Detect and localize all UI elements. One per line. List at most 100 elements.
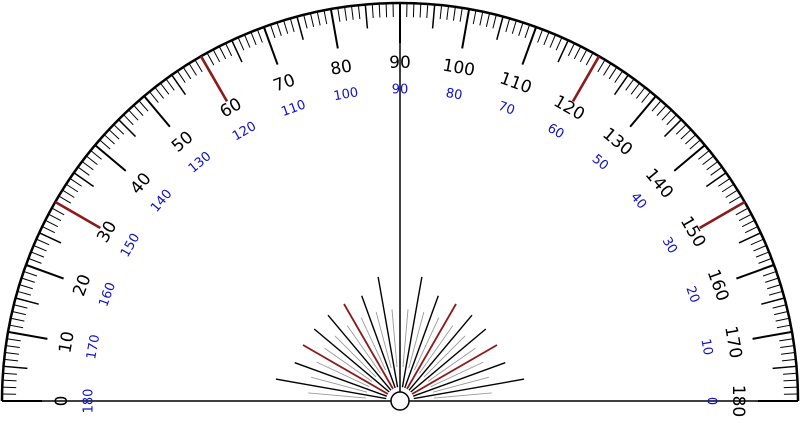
outer-scale-label-20: 20 <box>69 272 95 299</box>
tick-58 <box>188 63 197 76</box>
tick-114 <box>555 37 563 51</box>
tick-108 <box>518 22 524 36</box>
tick-136 <box>675 124 687 135</box>
inner-scale-label-30: 150 <box>118 231 143 260</box>
tick-28 <box>48 213 62 222</box>
tick-104 <box>492 14 497 29</box>
center-circle <box>390 391 410 411</box>
tick-147 <box>721 183 735 193</box>
tick-79 <box>323 10 328 25</box>
tick-138 <box>685 134 697 145</box>
tick-121 <box>597 59 606 73</box>
tick-62 <box>212 49 221 63</box>
inner-scale-label-120: 60 <box>545 121 567 142</box>
ray-130 <box>408 314 473 391</box>
tick-83 <box>350 5 354 20</box>
ray-100 <box>401 276 423 388</box>
tick-32 <box>62 189 75 198</box>
tick-59 <box>194 59 203 73</box>
tick-6 <box>4 358 19 362</box>
tick-75 <box>296 16 304 40</box>
tick-78 <box>316 11 321 26</box>
tick-176 <box>783 372 798 375</box>
outer-scale-label-160: 160 <box>703 267 733 304</box>
tick-120 <box>571 55 601 103</box>
tick-166 <box>772 304 787 309</box>
tick-161 <box>762 270 777 277</box>
tick-141 <box>698 150 710 160</box>
outer-scale-label-40: 40 <box>126 169 155 198</box>
tick-61 <box>206 52 215 66</box>
tick-51 <box>149 91 159 103</box>
outer-scale-label-0: 0 <box>52 396 72 407</box>
tick-4 <box>2 372 17 375</box>
tick-67 <box>244 34 251 48</box>
ray-50 <box>327 314 392 391</box>
inner-scale-label-110: 70 <box>496 99 517 119</box>
tick-37 <box>81 161 94 171</box>
outer-scale-label-90: 90 <box>389 53 411 73</box>
tick-95 <box>431 4 436 29</box>
tick-87 <box>378 3 381 18</box>
tick-151 <box>735 207 749 216</box>
tick-134 <box>666 114 677 126</box>
tick-47 <box>128 109 139 121</box>
tick-167 <box>774 310 788 316</box>
ray-45 <box>334 335 377 378</box>
tick-132 <box>656 104 667 116</box>
tick-33 <box>65 183 79 193</box>
tick-77 <box>309 13 315 27</box>
tick-94 <box>426 3 429 18</box>
tick-63 <box>218 46 227 60</box>
tick-153 <box>741 219 755 228</box>
tick-137 <box>680 129 692 140</box>
tick-55 <box>171 74 187 96</box>
inner-scale-label-60: 120 <box>230 119 259 144</box>
tick-54 <box>165 78 175 91</box>
outer-scale-label-140: 140 <box>641 165 677 203</box>
tick-43 <box>108 129 120 140</box>
inner-scale-label-160: 20 <box>682 284 702 305</box>
tick-13 <box>12 310 26 316</box>
tick-119 <box>585 52 594 66</box>
tick-44 <box>113 124 125 135</box>
tick-142 <box>702 155 714 165</box>
tick-39 <box>90 150 102 160</box>
tick-23 <box>33 245 47 252</box>
tick-48 <box>133 104 144 116</box>
tick-148 <box>725 189 738 198</box>
tick-169 <box>776 324 791 329</box>
tick-131 <box>651 100 662 112</box>
tick-122 <box>603 63 612 76</box>
ray-10 <box>275 378 387 400</box>
ray-135 <box>423 335 466 378</box>
tick-82 <box>344 6 348 21</box>
outer-scale-label-100: 100 <box>441 55 476 80</box>
tick-139 <box>689 139 701 150</box>
tick-103 <box>485 13 491 27</box>
tick-174 <box>781 358 796 362</box>
tick-52 <box>154 87 164 99</box>
tick-68 <box>250 31 257 46</box>
tick-145 <box>705 172 727 188</box>
tick-133 <box>661 109 672 121</box>
tick-29 <box>51 207 65 216</box>
inner-scale-label-100: 80 <box>445 86 464 104</box>
tick-27 <box>45 219 59 228</box>
tick-24 <box>36 238 50 246</box>
tick-11 <box>9 324 24 329</box>
tick-113 <box>549 34 556 48</box>
inner-scale-label-10: 170 <box>84 333 103 360</box>
tick-118 <box>579 49 588 63</box>
tick-110 <box>521 26 538 65</box>
ray-170 <box>413 378 525 400</box>
inner-scale-label-20: 160 <box>96 280 119 308</box>
inner-scale-label-40: 140 <box>148 187 175 216</box>
outer-scale-label-70: 70 <box>271 70 298 96</box>
tick-158 <box>755 251 770 258</box>
tick-156 <box>750 238 764 246</box>
tick-49 <box>138 100 149 112</box>
tick-45 <box>118 119 137 138</box>
tick-149 <box>728 195 742 204</box>
tick-12 <box>10 317 25 322</box>
